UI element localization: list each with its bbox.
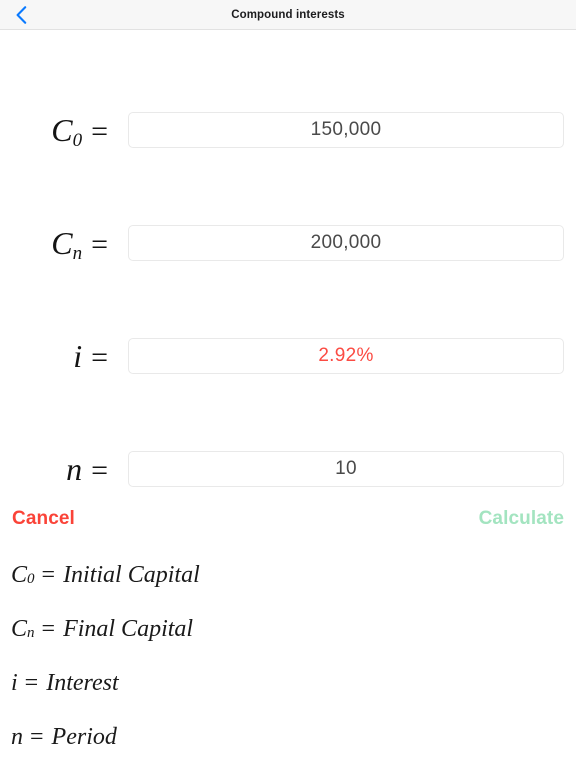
cancel-button[interactable]: Cancel <box>12 508 75 530</box>
legend-item-period: n = Period <box>11 710 576 764</box>
equals-sign: = <box>91 227 108 261</box>
form-row-initial-capital: C0 = 150,000 <box>0 111 576 150</box>
subscript-n: n <box>27 624 35 641</box>
final-capital-input[interactable]: 200,000 <box>128 225 564 261</box>
navigation-bar: Compound interests <box>0 0 576 30</box>
equals-sign: = <box>91 340 108 374</box>
legend-term: Interest <box>46 670 119 696</box>
symbol-i: i <box>11 670 18 696</box>
period-value: 10 <box>335 458 357 479</box>
legend-item-final-capital: Cn = Final Capital <box>11 602 576 656</box>
legend: C 0 = Initial Capital Cn = Final Capital i = In… <box>0 548 576 764</box>
label-final-capital: Cn = <box>0 224 110 263</box>
initial-capital-value: 150,000 <box>310 119 382 140</box>
label-period: n = <box>0 453 110 486</box>
symbol-c: C <box>51 224 73 261</box>
initial-capital-input[interactable]: 150,000 <box>128 112 564 148</box>
equals-sign: = <box>24 670 39 696</box>
subscript-n: n <box>72 242 83 264</box>
subscript-0: 0 <box>27 570 35 587</box>
symbol-n: n <box>11 724 23 750</box>
symbol-c: C <box>11 562 28 588</box>
equals-sign: = <box>91 453 108 487</box>
legend-term: Period <box>51 724 117 750</box>
period-input[interactable]: 10 <box>128 451 564 487</box>
label-initial-capital: C0 = <box>0 111 110 150</box>
equals-sign: = <box>91 114 108 148</box>
form-row-interest: i = 2.92% <box>0 338 576 374</box>
form-row-final-capital: Cn = 200,000 <box>0 224 576 263</box>
page-title: Compound interests <box>231 8 345 21</box>
symbol-n: n <box>66 450 83 487</box>
back-button[interactable] <box>4 0 38 30</box>
equals-sign: = <box>30 724 44 750</box>
equals-sign: = <box>41 562 56 588</box>
action-bar: Cancel Calculate <box>0 505 576 533</box>
interest-input[interactable]: 2.92% <box>128 338 564 374</box>
equals-sign: = <box>41 616 56 642</box>
symbol-i: i <box>73 337 83 374</box>
legend-term: Final Capital <box>63 616 194 642</box>
legend-item-initial-capital: C 0 = Initial Capital <box>11 548 576 602</box>
label-interest: i = <box>0 340 110 373</box>
final-capital-value: 200,000 <box>310 232 382 253</box>
symbol-c: C <box>11 616 28 642</box>
interest-value: 2.92% <box>318 345 374 366</box>
form-row-period: n = 10 <box>0 451 576 487</box>
symbol-c: C <box>51 111 73 148</box>
chevron-left-icon <box>16 6 27 24</box>
subscript-0: 0 <box>72 129 83 151</box>
calculate-button[interactable]: Calculate <box>479 508 564 530</box>
legend-item-interest: i = Interest <box>11 656 576 710</box>
legend-term: Initial Capital <box>63 562 200 588</box>
